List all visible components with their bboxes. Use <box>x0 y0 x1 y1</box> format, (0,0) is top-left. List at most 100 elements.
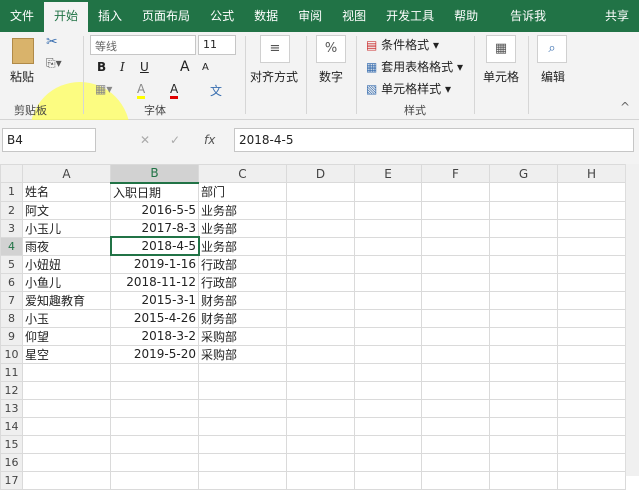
cell-C11[interactable] <box>198 362 287 382</box>
cell-B14[interactable] <box>110 416 199 436</box>
cell-E14[interactable] <box>354 416 422 436</box>
cell-H6[interactable] <box>557 272 626 292</box>
cell-E6[interactable] <box>354 272 422 292</box>
cell-G4[interactable] <box>489 236 558 256</box>
cell-H14[interactable] <box>557 416 626 436</box>
cell-B9[interactable]: 2018-3-2 <box>110 326 199 346</box>
paste-button[interactable]: 粘贴 <box>10 68 34 85</box>
cell-B1[interactable]: 入职日期 <box>110 182 199 202</box>
cell-A7[interactable]: 爱知趣教育 <box>22 290 111 310</box>
row-header[interactable]: 10 <box>0 344 23 364</box>
cell-A1[interactable]: 姓名 <box>22 182 111 202</box>
row-header[interactable]: 2 <box>0 200 23 220</box>
name-box[interactable]: B4 <box>2 128 96 152</box>
cell-C5[interactable]: 行政部 <box>198 254 287 274</box>
tab-1[interactable]: 开始 <box>44 2 89 32</box>
cell-H4[interactable] <box>557 236 626 256</box>
cell-D3[interactable] <box>286 218 355 238</box>
cell-D9[interactable] <box>286 326 355 346</box>
increase-font-button[interactable]: A <box>180 59 190 75</box>
cell-A13[interactable] <box>22 398 111 418</box>
conditional-format-button[interactable]: ▤ 条件格式 ▾ <box>366 36 439 53</box>
cell-G8[interactable] <box>489 308 558 328</box>
formula-input[interactable]: 2018-4-5 <box>234 128 634 152</box>
cell-C9[interactable]: 采购部 <box>198 326 287 346</box>
cell-B3[interactable]: 2017-8-3 <box>110 218 199 238</box>
cell-H16[interactable] <box>557 452 626 472</box>
cell-B17[interactable] <box>110 470 199 490</box>
cell-B15[interactable] <box>110 434 199 454</box>
insert-function-icon[interactable]: fx <box>204 133 215 147</box>
tab-4[interactable]: 公式 <box>200 0 244 32</box>
vertical-scrollbar[interactable] <box>625 164 639 476</box>
cell-D16[interactable] <box>286 452 355 472</box>
cell-G7[interactable] <box>489 290 558 310</box>
editing-button[interactable]: 编辑 <box>541 68 565 85</box>
cell-F15[interactable] <box>421 434 490 454</box>
search-icon[interactable]: ⌕ <box>537 35 567 63</box>
row-header[interactable]: 11 <box>0 362 23 382</box>
cell-E5[interactable] <box>354 254 422 274</box>
cut-icon[interactable]: ✂ <box>46 34 58 50</box>
cell-H15[interactable] <box>557 434 626 454</box>
cell-C13[interactable] <box>198 398 287 418</box>
cell-A10[interactable]: 星空 <box>22 344 111 364</box>
cell-F1[interactable] <box>421 182 490 202</box>
cell-E12[interactable] <box>354 380 422 400</box>
cell-G3[interactable] <box>489 218 558 238</box>
cell-G9[interactable] <box>489 326 558 346</box>
column-header-H[interactable]: H <box>557 164 626 183</box>
underline-button[interactable]: U <box>140 60 149 74</box>
cancel-icon[interactable]: ✕ <box>140 133 150 147</box>
cell-C14[interactable] <box>198 416 287 436</box>
cell-G5[interactable] <box>489 254 558 274</box>
cell-styles-button[interactable]: ▧ 单元格样式 ▾ <box>366 80 451 97</box>
tab-8[interactable]: 开发工具 <box>376 0 444 32</box>
row-header[interactable]: 16 <box>0 452 23 472</box>
cell-F12[interactable] <box>421 380 490 400</box>
cell-H5[interactable] <box>557 254 626 274</box>
column-header-B[interactable]: B <box>110 164 199 184</box>
cell-E13[interactable] <box>354 398 422 418</box>
cell-D8[interactable] <box>286 308 355 328</box>
column-header-C[interactable]: C <box>198 164 287 183</box>
cell-D5[interactable] <box>286 254 355 274</box>
cells-icon[interactable]: ▦ <box>486 35 516 63</box>
cell-D2[interactable] <box>286 200 355 220</box>
cell-A15[interactable] <box>22 434 111 454</box>
cell-C12[interactable] <box>198 380 287 400</box>
italic-button[interactable]: I <box>120 60 125 74</box>
tab-6[interactable]: 审阅 <box>288 0 332 32</box>
cell-A12[interactable] <box>22 380 111 400</box>
cells-button[interactable]: 单元格 <box>483 68 519 85</box>
row-header[interactable]: 13 <box>0 398 23 418</box>
cell-E1[interactable] <box>354 182 422 202</box>
cell-F5[interactable] <box>421 254 490 274</box>
cell-B11[interactable] <box>110 362 199 382</box>
cell-E7[interactable] <box>354 290 422 310</box>
cell-D7[interactable] <box>286 290 355 310</box>
fill-color-button[interactable]: A <box>137 82 146 99</box>
cell-A17[interactable] <box>22 470 111 490</box>
cell-B6[interactable]: 2018-11-12 <box>110 272 199 292</box>
cell-H17[interactable] <box>557 470 626 490</box>
cell-C2[interactable]: 业务部 <box>198 200 287 220</box>
tab-9[interactable]: 帮助 <box>444 0 488 32</box>
cell-G14[interactable] <box>489 416 558 436</box>
row-header[interactable]: 7 <box>0 290 23 310</box>
row-header[interactable]: 12 <box>0 380 23 400</box>
cell-F14[interactable] <box>421 416 490 436</box>
cell-C15[interactable] <box>198 434 287 454</box>
cell-C4[interactable]: 业务部 <box>198 236 287 256</box>
cell-E16[interactable] <box>354 452 422 472</box>
cell-D6[interactable] <box>286 272 355 292</box>
cell-D14[interactable] <box>286 416 355 436</box>
row-header[interactable]: 5 <box>0 254 23 274</box>
column-header-D[interactable]: D <box>286 164 355 183</box>
percent-icon[interactable]: % <box>316 35 346 63</box>
collapse-ribbon-icon[interactable]: ^ <box>620 100 630 114</box>
tab-0[interactable]: 文件 <box>0 0 44 32</box>
cell-C6[interactable]: 行政部 <box>198 272 287 292</box>
cell-A6[interactable]: 小鱼儿 <box>22 272 111 292</box>
cell-H8[interactable] <box>557 308 626 328</box>
